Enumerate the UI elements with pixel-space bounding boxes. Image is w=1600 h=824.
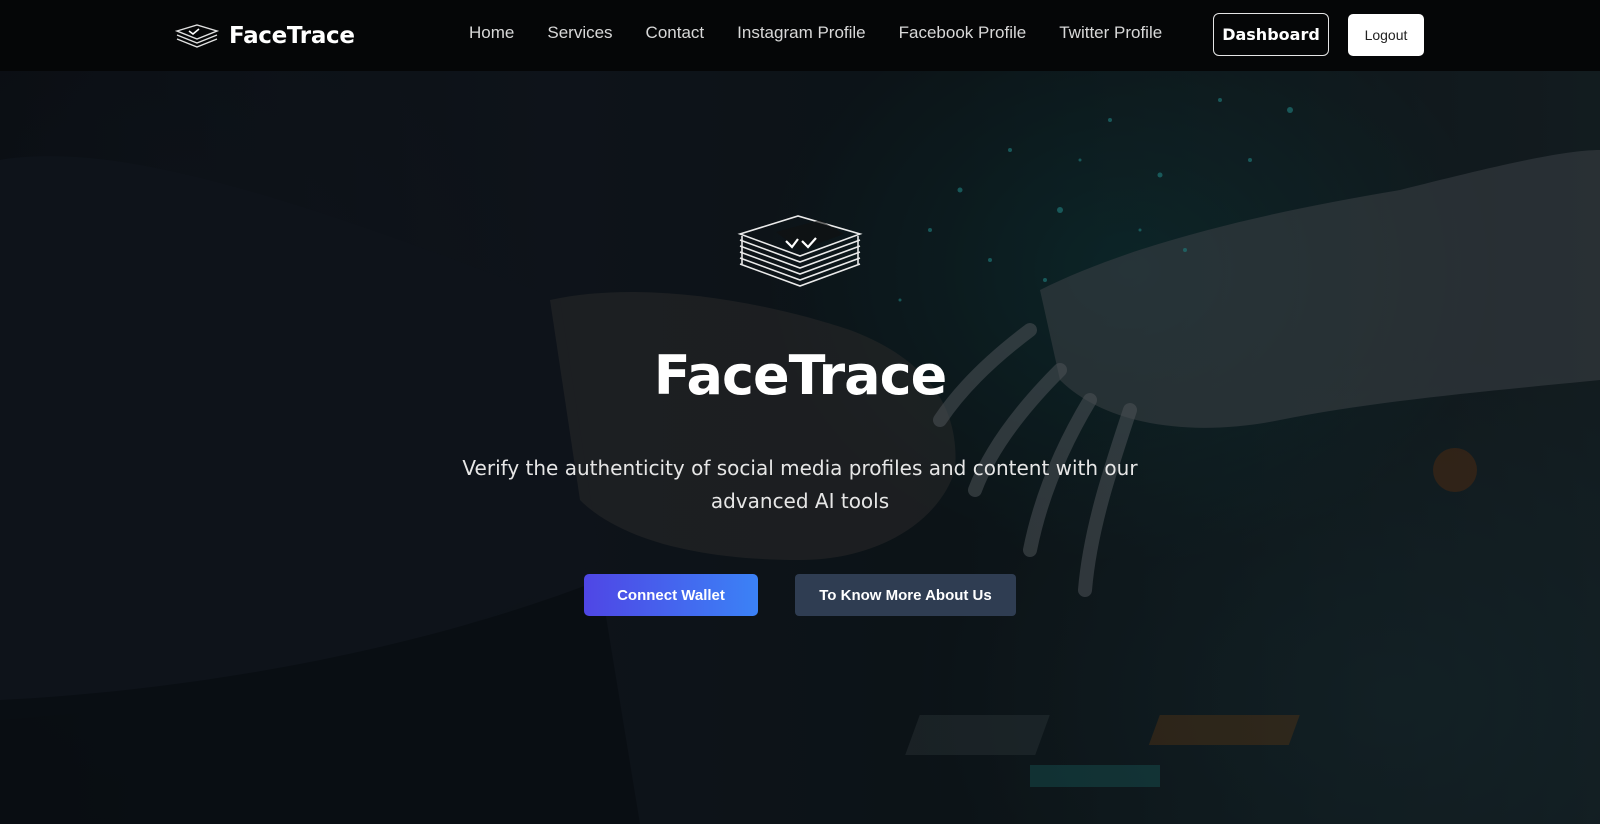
know-more-about-us-button[interactable]: To Know More About Us — [795, 574, 1016, 616]
nav-link-facebook-profile[interactable]: Facebook Profile — [899, 23, 1027, 43]
nav-link-home[interactable]: Home — [469, 23, 514, 43]
hero-title: FaceTrace — [653, 344, 947, 407]
dashboard-button[interactable]: Dashboard — [1213, 13, 1329, 56]
brand-name: FaceTrace — [229, 23, 355, 49]
nav-links: Home Services Contact Instagram Profile … — [469, 23, 1195, 43]
logout-button[interactable]: Logout — [1348, 14, 1424, 56]
nav-link-twitter-profile[interactable]: Twitter Profile — [1059, 23, 1162, 43]
navbar: FaceTrace Home Services Contact Instagra… — [0, 0, 1600, 71]
brand-logo[interactable]: FaceTrace — [174, 18, 355, 54]
hero-section: FaceTrace Verify the authenticity of soc… — [0, 0, 1600, 824]
page: FaceTrace Home Services Contact Instagra… — [0, 0, 1600, 824]
stacked-papers-icon — [174, 19, 229, 53]
nav-link-instagram-profile[interactable]: Instagram Profile — [737, 23, 866, 43]
connect-wallet-button[interactable]: Connect Wallet — [584, 574, 758, 616]
nav-link-services[interactable]: Services — [547, 23, 612, 43]
hero-subtitle: Verify the authenticity of social media … — [462, 456, 1138, 513]
nav-link-contact[interactable]: Contact — [646, 23, 705, 43]
